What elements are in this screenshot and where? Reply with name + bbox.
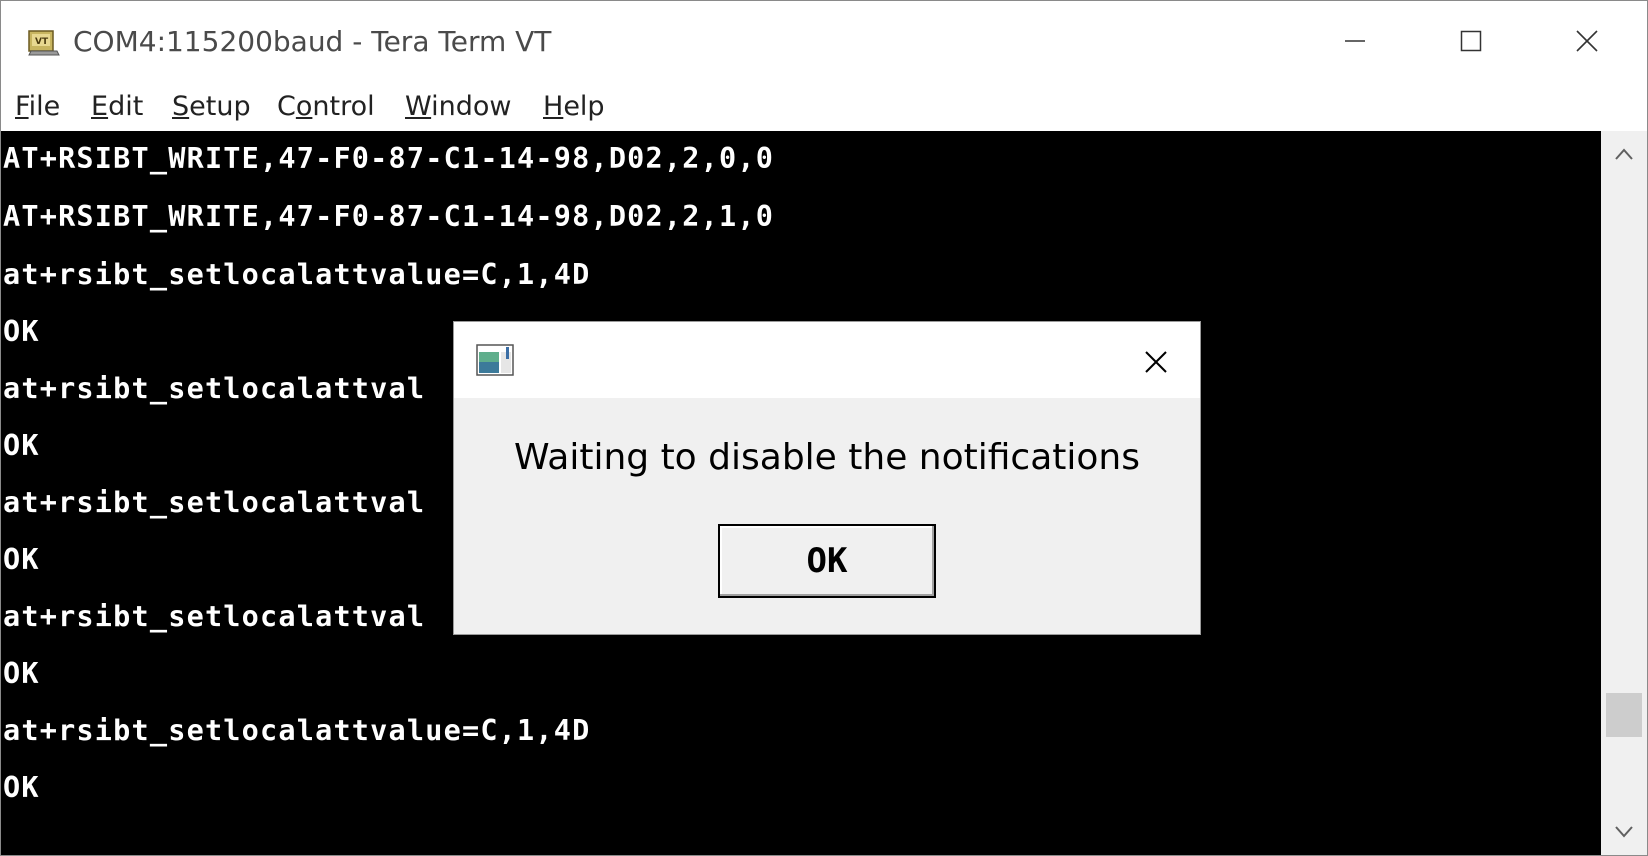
scrollbar-thumb[interactable] (1606, 693, 1642, 737)
minimize-button[interactable] (1297, 1, 1413, 81)
terminal-line: at+rsibt_setlocalattvalue=C,1,4D (3, 258, 591, 291)
window-title: COM4:115200baud - Tera Term VT (73, 25, 552, 58)
scroll-up-button[interactable] (1601, 131, 1647, 177)
terminal-line: at+rsibt_setlocalattval (3, 486, 426, 519)
terminal-line: AT+RSIBT_WRITE,47-F0-87-C1-14-98,D02,2,1… (3, 200, 775, 233)
terminal-line: OK (3, 315, 40, 348)
tera-term-vt-icon[interactable]: VT (27, 27, 61, 57)
vertical-scrollbar[interactable] (1601, 131, 1647, 855)
menu-help[interactable]: Help (543, 85, 605, 129)
close-icon (1576, 30, 1598, 52)
menu-bar: File Edit Setup Control Window Help (1, 85, 1647, 129)
terminal-line: OK (3, 429, 40, 462)
close-button[interactable] (1529, 1, 1645, 81)
menu-setup-label: Setup (172, 91, 251, 122)
menu-file-label: File (15, 91, 61, 122)
svg-text:VT: VT (35, 37, 49, 47)
menu-edit-label: Edit (91, 91, 144, 122)
terminal-line: at+rsibt_setlocalattval (3, 372, 426, 405)
ok-button[interactable]: OK (718, 524, 936, 598)
notification-dialog: Waiting to disable the notifications OK (453, 321, 1201, 635)
menu-setup[interactable]: Setup (172, 85, 251, 129)
chevron-up-icon (1615, 148, 1633, 160)
dialog-title-bar[interactable] (454, 322, 1200, 398)
tera-term-window: VT COM4:115200baud - Tera Term VT File E… (0, 0, 1648, 856)
title-bar[interactable]: VT COM4:115200baud - Tera Term VT (1, 1, 1647, 85)
dialog-message: Waiting to disable the notifications (513, 437, 1140, 478)
terminal-line: OK (3, 771, 40, 804)
menu-help-label: Help (543, 91, 605, 122)
terminal-line: OK (3, 543, 40, 576)
terminal-line: AT+RSIBT_WRITE,47-F0-87-C1-14-98,D02,2,0… (3, 142, 775, 175)
terminal-line: OK (3, 657, 40, 690)
menu-window[interactable]: Window (405, 85, 511, 129)
chevron-down-icon (1615, 826, 1633, 838)
maximize-button[interactable] (1413, 1, 1529, 81)
menu-control[interactable]: Control (277, 85, 375, 129)
terminal-line: at+rsibt_setlocalattval (3, 600, 426, 633)
menu-edit[interactable]: Edit (91, 85, 143, 129)
menu-file[interactable]: File (15, 85, 60, 129)
minimize-icon (1345, 40, 1365, 42)
scroll-down-button[interactable] (1601, 809, 1647, 855)
close-icon (1145, 351, 1167, 373)
dialog-close-button[interactable] (1134, 340, 1178, 384)
maximize-icon (1460, 30, 1482, 52)
menu-window-label: Window (405, 91, 512, 122)
terminal-line: at+rsibt_setlocalattvalue=C,1,4D (3, 714, 591, 747)
menu-control-label: Control (277, 91, 375, 122)
application-icon (476, 344, 514, 376)
